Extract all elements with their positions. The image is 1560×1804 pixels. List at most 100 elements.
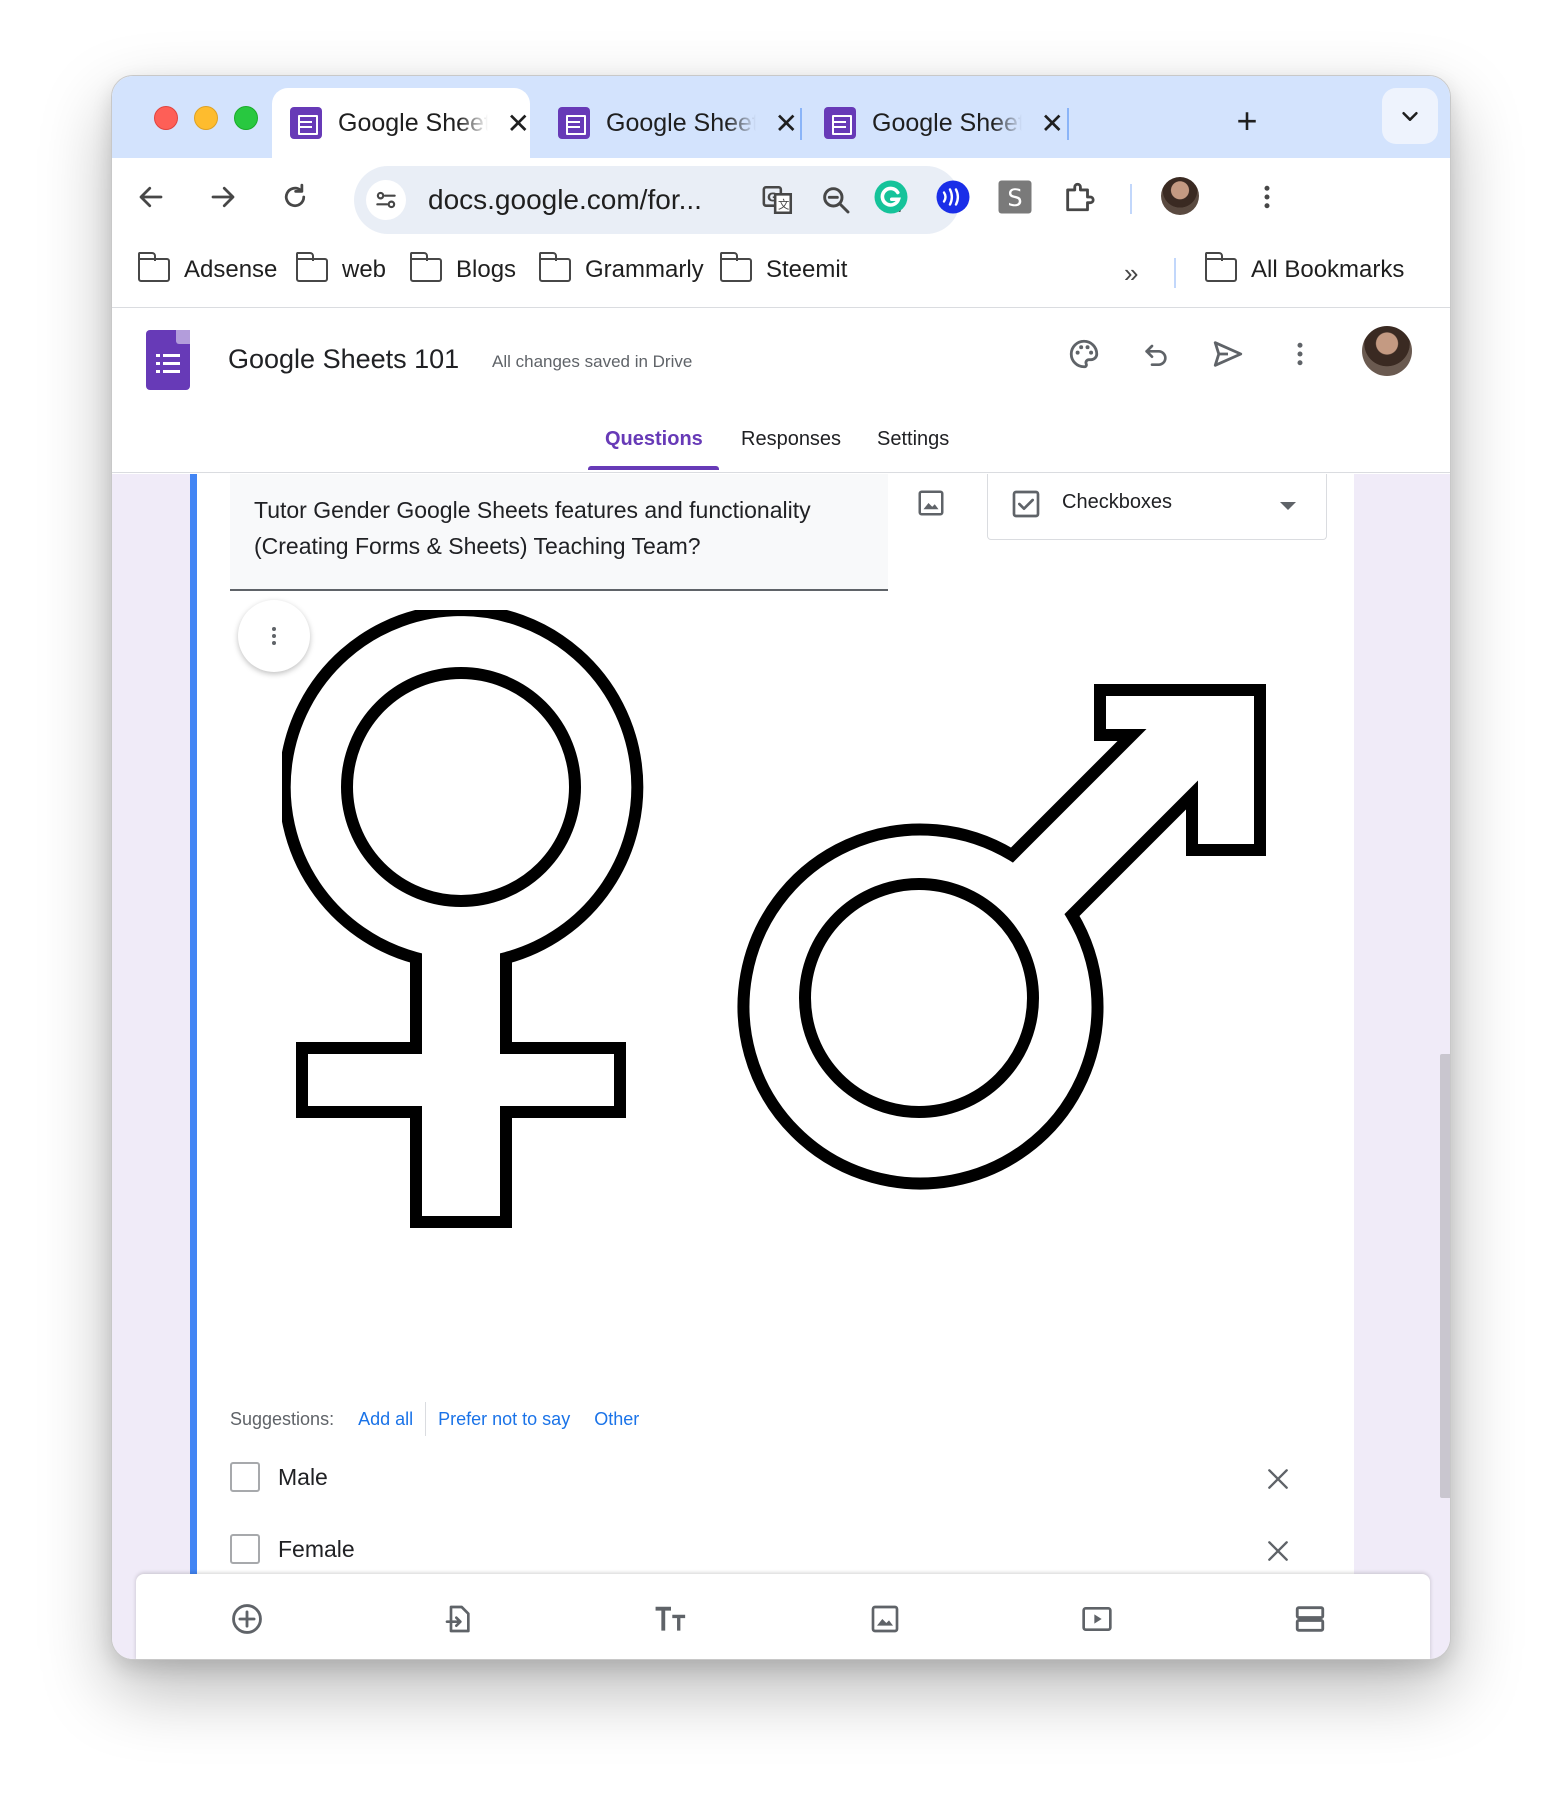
translate-icon[interactable]: G文	[758, 180, 798, 220]
send-icon[interactable]	[1206, 332, 1250, 376]
address-bar[interactable]: docs.google.com/for... G文	[354, 166, 960, 234]
all-bookmarks-folder[interactable]: All Bookmarks	[1204, 252, 1405, 284]
bookmark-label: All Bookmarks	[1251, 256, 1405, 283]
question-focus-indicator	[190, 474, 197, 1574]
folder-icon	[1204, 252, 1237, 282]
bookmark-folder[interactable]: Steemit	[719, 252, 848, 284]
arrow-right-icon	[211, 186, 235, 208]
bookmark-label: web	[342, 256, 387, 283]
browser-tab[interactable]: Google Sheets 101 ✕	[272, 88, 530, 158]
tab-responses[interactable]: Responses	[741, 428, 841, 451]
s-extension-icon[interactable]: S	[996, 178, 1034, 216]
option-label[interactable]: Male	[278, 1464, 328, 1491]
checkbox	[230, 1534, 260, 1564]
bookmark-folder[interactable]: Adsense	[137, 252, 278, 284]
google-forms-logo[interactable]	[146, 330, 190, 390]
undo-icon[interactable]	[1134, 332, 1178, 376]
prefer-not-to-say-suggestion[interactable]: Prefer not to say	[438, 1409, 570, 1430]
maximize-window-button[interactable]	[234, 106, 258, 130]
tab-strip: Google Sheets 101 ✕ Google Sheets 101 ✕ …	[112, 76, 1450, 158]
bookmark-folder[interactable]: Grammarly	[538, 252, 704, 284]
form-title[interactable]: Google Sheets 101	[228, 344, 459, 375]
reload-icon	[284, 183, 306, 208]
remove-option-icon[interactable]	[1260, 1461, 1296, 1497]
site-settings-icon[interactable]	[366, 180, 406, 220]
folder-icon	[719, 252, 752, 282]
google-forms-favicon-icon	[558, 107, 590, 139]
tab-search-button[interactable]	[1382, 88, 1438, 144]
folder-icon	[409, 252, 442, 282]
scrollbar-thumb[interactable]	[1440, 1054, 1450, 1498]
minimize-window-button[interactable]	[194, 106, 218, 130]
gender-symbols-image[interactable]	[282, 610, 1282, 1230]
other-suggestion[interactable]: Other	[594, 1409, 639, 1430]
browser-tab[interactable]: Google Sheets 101 ✕	[806, 88, 1064, 158]
add-all-suggestion[interactable]: Add all	[358, 1409, 413, 1430]
extensions-puzzle-icon[interactable]	[1060, 178, 1098, 216]
browser-window: Google Sheets 101 ✕ Google Sheets 101 ✕ …	[111, 75, 1451, 1660]
option-row-male[interactable]: Male	[230, 1462, 328, 1492]
close-tab-icon[interactable]: ✕	[774, 107, 798, 140]
tab-title: Google Sheets 101	[338, 108, 488, 137]
tab-title: Google Sheets 101	[872, 108, 1022, 137]
add-video-icon[interactable]	[1078, 1600, 1116, 1638]
suggestion-separator	[425, 1402, 427, 1436]
bookmark-label: Grammarly	[585, 256, 704, 283]
grammarly-extension-icon[interactable]	[872, 178, 910, 216]
folder-icon	[538, 252, 571, 282]
more-vert-icon[interactable]	[1278, 332, 1322, 376]
close-tab-icon[interactable]: ✕	[1040, 107, 1064, 140]
folder-icon	[295, 252, 328, 282]
google-forms-favicon-icon	[290, 107, 322, 139]
chevron-down-icon	[1402, 111, 1418, 121]
palette-icon[interactable]	[1062, 332, 1106, 376]
zoom-icon[interactable]	[816, 180, 856, 220]
tab-title: Google Sheets 101	[606, 108, 756, 137]
browser-toolbar: docs.google.com/for... G文 S	[112, 158, 1450, 236]
active-tab-indicator	[588, 466, 719, 470]
profile-avatar[interactable]	[1161, 177, 1199, 215]
double-chevron-right-icon[interactable]: »	[1124, 258, 1138, 289]
form-editor-canvas: Tutor Gender Google Sheets features and …	[112, 474, 1450, 1659]
account-avatar[interactable]	[1362, 326, 1412, 376]
close-window-button[interactable]	[154, 106, 178, 130]
add-section-icon[interactable]	[1291, 1600, 1329, 1638]
save-status: All changes saved in Drive	[492, 352, 693, 371]
question-title-field[interactable]: Tutor Gender Google Sheets features and …	[230, 474, 888, 591]
add-question-icon[interactable]	[228, 1600, 266, 1638]
bookmark-folder[interactable]: web	[295, 252, 387, 284]
toolbar-separator	[1130, 184, 1132, 214]
arrow-left-icon	[139, 186, 163, 208]
browser-tab[interactable]: Google Sheets 101 ✕	[540, 88, 798, 158]
bookmark-folder[interactable]: Blogs	[409, 252, 516, 284]
bookmark-label: Steemit	[766, 256, 848, 283]
dropdown-caret-icon	[1280, 502, 1296, 510]
option-label[interactable]: Female	[278, 1536, 355, 1563]
back-button[interactable]	[130, 176, 172, 218]
close-tab-icon[interactable]: ✕	[506, 107, 530, 140]
checkbox	[230, 1462, 260, 1492]
tab-separator	[1067, 108, 1069, 140]
reload-button[interactable]	[274, 176, 316, 218]
steemit-extension-icon[interactable]	[934, 178, 972, 216]
checkbox-checked-icon	[1012, 490, 1040, 518]
forms-header: Google Sheets 101 All changes saved in D…	[112, 308, 1450, 473]
image-options-button[interactable]	[238, 600, 310, 672]
bookmark-label: Adsense	[184, 256, 278, 283]
svg-text:文: 文	[778, 198, 789, 212]
forward-button[interactable]	[202, 176, 244, 218]
tab-questions[interactable]: Questions	[605, 428, 703, 451]
import-questions-icon[interactable]	[440, 1600, 478, 1638]
tab-settings[interactable]: Settings	[877, 428, 949, 451]
tab-separator	[800, 108, 802, 140]
option-row-female[interactable]: Female	[230, 1534, 355, 1564]
add-image-icon[interactable]	[866, 1600, 904, 1638]
question-type-dropdown[interactable]: Checkboxes	[987, 474, 1327, 540]
title-description-icon[interactable]	[652, 1600, 690, 1638]
new-tab-button[interactable]: +	[1227, 100, 1267, 142]
female-symbol	[282, 610, 644, 1228]
folder-icon	[137, 252, 170, 282]
more-options-icon[interactable]	[1248, 178, 1286, 216]
remove-option-icon[interactable]	[1260, 1533, 1296, 1569]
add-image-icon[interactable]	[912, 484, 950, 522]
